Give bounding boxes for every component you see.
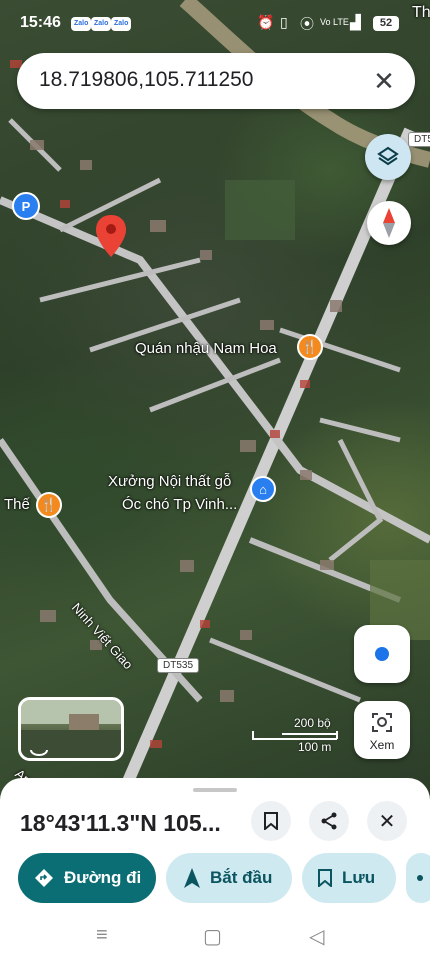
home-icon[interactable]: ▢ (203, 924, 222, 949)
sheet-drag-handle[interactable] (193, 788, 237, 792)
alarm-icon: ⏰ (257, 14, 275, 30)
share-icon (321, 812, 337, 830)
vibrate-icon: ▯ (280, 14, 288, 30)
poi-label-xuong-line1[interactable]: Xưởng Nội thất gỗ (108, 473, 231, 490)
more-action-button[interactable] (406, 853, 430, 903)
street-view-thumbnail[interactable] (18, 697, 124, 761)
layers-icon (377, 146, 399, 166)
poi-label-quan-nhau[interactable]: Quán nhậu Nam Hoa (135, 340, 277, 357)
bookmark-icon (318, 869, 332, 887)
xem-button[interactable]: Xem (354, 701, 410, 759)
scale-bar-icon (252, 731, 338, 740)
save-bookmark-button[interactable] (251, 801, 291, 841)
location-icon: ⦿ (300, 16, 314, 32)
directions-icon (34, 868, 54, 888)
search-bar[interactable]: 18.719806,105.711250 ✕ (17, 53, 415, 109)
status-bar: 15:46 Zalo Zalo Zalo ⏰ ▯ ⦿ Vo LTE ▟ 52 (0, 0, 430, 46)
directions-label: Đường đi (64, 868, 142, 887)
scale-label-feet: 200 bộ (294, 716, 331, 730)
network-label: Vo LTE (320, 17, 349, 27)
system-nav-bar: ≡ ▢ ◁ (0, 910, 430, 960)
zalo-icon: Zalo (71, 17, 92, 31)
compass-icon (383, 208, 395, 238)
save-button[interactable]: Lưu (302, 853, 396, 903)
battery-icon: 52 (373, 16, 399, 31)
my-location-icon (375, 647, 389, 661)
share-button[interactable] (309, 801, 349, 841)
search-value[interactable]: 18.719806,105.711250 (39, 68, 254, 92)
signal-icon: ▟ (350, 14, 361, 30)
xem-label: Xem (369, 738, 395, 752)
camera-search-icon (372, 713, 392, 732)
restaurant-icon[interactable]: 🍴 (297, 334, 323, 360)
shopping-bag-icon[interactable]: ⌂ (250, 476, 276, 502)
restaurant-icon[interactable]: 🍴 (36, 492, 62, 518)
scale-label-meters: 100 m (298, 740, 332, 754)
layers-button[interactable] (365, 134, 411, 180)
menu-icon[interactable]: ≡ (96, 924, 108, 947)
place-title: 18°43'11.3"N 105... (20, 810, 221, 836)
road-shield-dt535: DT535 (157, 658, 200, 673)
close-icon[interactable]: ✕ (367, 64, 401, 98)
back-icon[interactable]: ◁ (309, 924, 324, 949)
bookmark-icon (264, 812, 278, 830)
close-icon: ✕ (378, 810, 396, 833)
location-pin-icon (96, 215, 126, 257)
poi-label-xuong-line2[interactable]: Óc chó Tp Vinh... (122, 496, 237, 513)
save-label: Lưu (342, 868, 376, 887)
start-button[interactable]: Bắt đầu (166, 853, 292, 903)
share-icon (414, 870, 426, 886)
parking-icon[interactable]: P (12, 192, 40, 220)
my-location-button[interactable] (354, 625, 410, 683)
zalo-icon: Zalo (91, 17, 112, 31)
start-label: Bắt đầu (210, 868, 273, 887)
street-view-image (21, 700, 121, 758)
road-shield-dt5: DT5 (408, 132, 430, 147)
poi-label-the[interactable]: Thế (4, 496, 30, 513)
compass-button[interactable] (367, 201, 411, 245)
directions-button[interactable]: Đường đi (18, 853, 156, 903)
navigation-arrow-icon (184, 868, 200, 888)
map-scale: 200 bộ 100 m (252, 716, 342, 754)
close-sheet-button[interactable]: ✕ (367, 801, 407, 841)
zalo-icon: Zalo (111, 17, 132, 31)
status-time: 15:46 (20, 14, 61, 31)
